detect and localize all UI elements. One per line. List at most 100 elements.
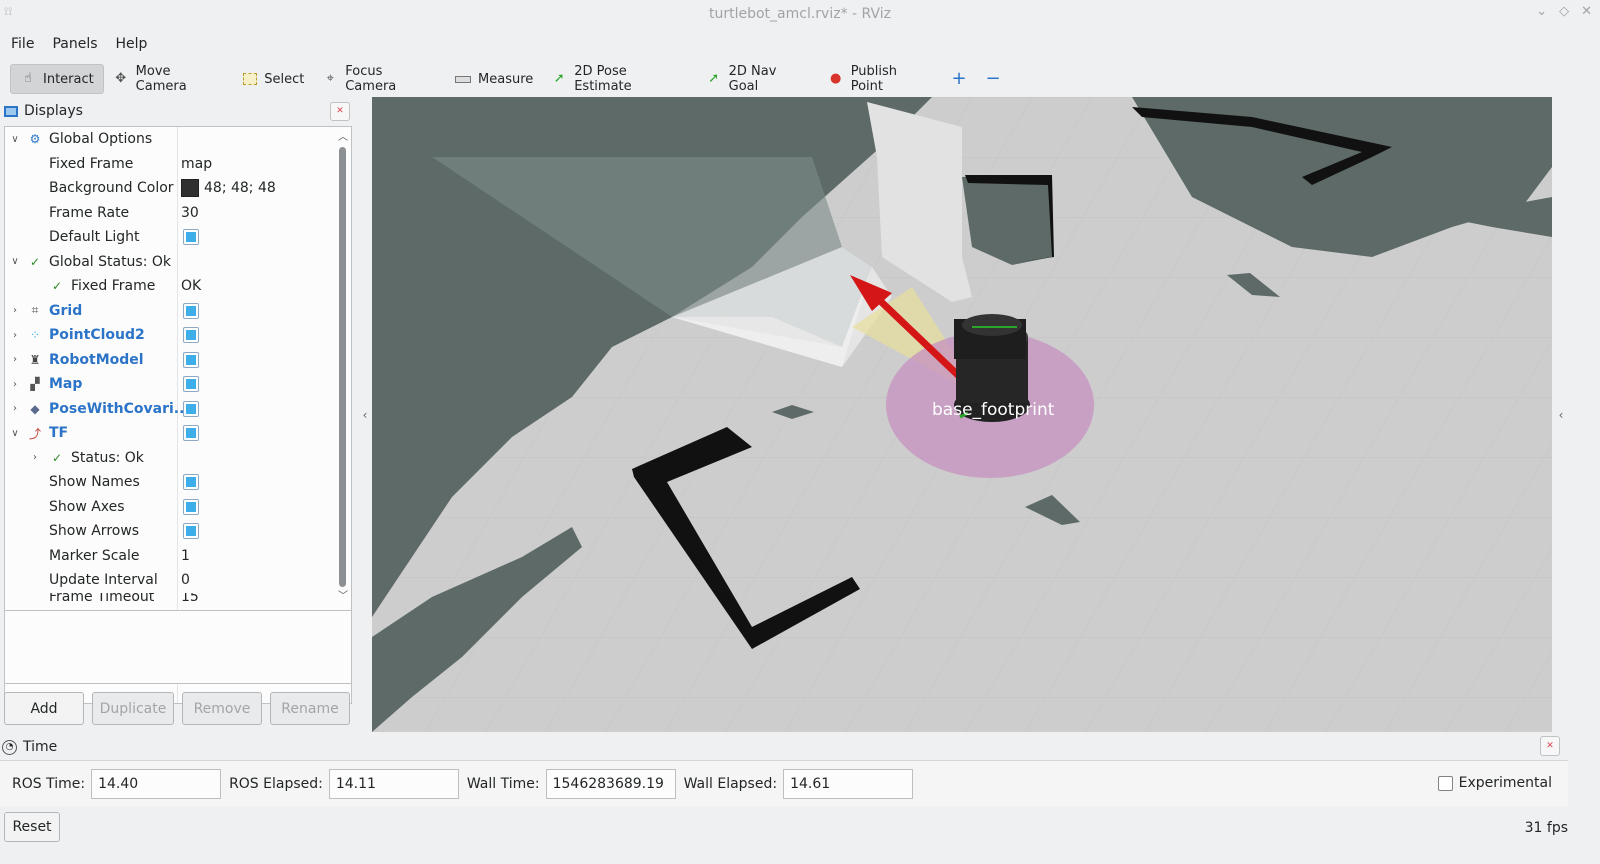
remove-tool-button[interactable]: − [976,64,1010,94]
chevron-right-icon[interactable]: › [9,354,21,365]
experimental-checkbox[interactable] [1437,775,1453,791]
pointcloud-icon: ⁘ [29,328,41,343]
chevron-up-icon[interactable]: ︿ [337,128,349,143]
clock-icon: ◔ [2,739,17,755]
tree-row-default-light[interactable]: Default Light [5,225,335,250]
experimental-toggle[interactable]: Experimental [1437,775,1552,791]
status-bar: Reset 31 fps [0,810,1600,844]
window-title: turtlebot_amcl.rviz* - RViz [708,6,891,22]
robot-frame-label: base_footprint [932,400,1055,420]
close-icon[interactable]: ✕ [1581,4,1592,19]
3d-viewport[interactable]: base_footprint [372,97,1552,732]
checkbox[interactable] [183,302,199,319]
tree-row-fixed-frame-status[interactable]: ✓ Fixed Frame OK [5,274,335,299]
tree-row-pointcloud2[interactable]: › ⁘ PointCloud2 [5,323,335,348]
displays-panel: Displays ✕ ∨ ⚙ Global Options Fixed Fram… [0,98,356,732]
tool-interact[interactable]: ☝ Interact [10,64,104,94]
tool-focus-camera[interactable]: ⌖ Focus Camera [313,64,446,94]
checkbox[interactable] [183,523,199,540]
ros-time-field[interactable]: 14.40 [91,768,222,799]
display-buttons: Add Duplicate Remove Rename [4,692,354,726]
window-titlebar: ⟟⟟ turtlebot_amcl.rviz* - RViz ⌄ ◇ ✕ [0,0,1600,28]
tool-measure[interactable]: Measure [446,64,542,94]
ros-elapsed-field[interactable]: 14.11 [328,768,459,799]
minimize-icon[interactable]: ⌄ [1536,4,1547,19]
wall-time-field[interactable]: 1546283689.19 [545,768,676,799]
chevron-right-icon[interactable]: › [29,452,41,463]
tree-row-robotmodel[interactable]: › ♜ RobotModel [5,348,335,373]
chevron-right-icon[interactable]: › [9,330,21,341]
gear-icon: ⚙ [29,132,41,147]
tree-row-show-axes[interactable]: Show Axes [5,495,335,520]
scrollbar-thumb[interactable] [339,147,346,587]
checkbox[interactable] [183,474,199,491]
tool-2d-nav-goal[interactable]: ➚ 2D Nav Goal [697,64,819,94]
chevron-right-icon[interactable]: › [9,379,21,390]
checkbox[interactable] [183,351,199,368]
focus-camera-icon: ⌖ [326,71,334,86]
close-panel-button[interactable]: ✕ [1540,736,1560,756]
green-arrow-icon: ➚ [553,71,565,86]
close-panel-button[interactable]: ✕ [330,102,350,121]
wall-elapsed-field[interactable]: 14.61 [783,768,914,799]
displays-panel-title: Displays ✕ [0,98,356,124]
reset-button[interactable]: Reset [4,812,60,842]
chevron-down-icon[interactable]: ∨ [9,256,21,267]
checkbox[interactable] [183,327,199,344]
chevron-down-icon[interactable]: ﹀ [337,587,349,602]
tree-row-tf-status[interactable]: › ✓ Status: Ok [5,446,335,471]
tool-publish-point[interactable]: ● Publish Point [819,64,942,94]
checkbox[interactable] [183,376,199,393]
maximize-icon[interactable]: ◇ [1559,4,1569,19]
check-icon: ✓ [51,450,63,465]
duplicate-button[interactable]: Duplicate [92,692,174,725]
tree-row-map[interactable]: › ▞ Map [5,372,335,397]
rename-button[interactable]: Rename [270,692,350,725]
checkbox[interactable] [183,400,199,417]
checkbox[interactable] [183,229,199,246]
tree-row-marker-scale[interactable]: Marker Scale 1 [5,544,335,569]
move-camera-icon: ✥ [115,71,127,86]
menu-file[interactable]: File [2,32,43,56]
tree-row-frame-timeout[interactable]: Frame Timeout 15 [5,593,335,607]
menu-panels[interactable]: Panels [43,32,106,56]
tree-row-background-color[interactable]: Background Color 48; 48; 48 [5,176,335,201]
tree-row-global-status[interactable]: ∨ ✓ Global Status: Ok [5,250,335,275]
tree-row-tf[interactable]: ∨ ⤴ TF [5,421,335,446]
chevron-down-icon[interactable]: ∨ [9,134,21,145]
add-tool-button[interactable]: + [942,64,976,94]
collapse-left-handle[interactable]: ‹ [358,98,372,732]
tree-row-update-interval[interactable]: Update Interval 0 [5,568,335,593]
minus-icon: − [985,68,1001,89]
tree-row-posewithcovariance[interactable]: › ◆ PoseWithCovari... [5,397,335,422]
ruler-icon [455,75,472,83]
checkbox[interactable] [183,425,199,442]
tree-row-grid[interactable]: › ⌗ Grid [5,299,335,324]
tool-move-camera[interactable]: ✥ Move Camera [104,64,234,94]
check-icon: ✓ [29,254,41,269]
add-button[interactable]: Add [4,692,84,725]
robot-icon: ♜ [29,352,41,367]
tree-row-frame-rate[interactable]: Frame Rate 30 [5,201,335,226]
tree-row-global-options[interactable]: ∨ ⚙ Global Options [5,127,335,152]
chevron-right-icon[interactable]: › [9,403,21,414]
chevron-right-icon[interactable]: › [9,305,21,316]
tree-row-fixed-frame[interactable]: Fixed Frame map [5,152,335,177]
tf-axes-icon: ⤴ [28,426,41,441]
check-icon: ✓ [51,279,63,294]
menu-help[interactable]: Help [107,32,157,56]
collapse-right-handle[interactable]: ‹ [1554,98,1568,732]
render-view[interactable]: base_footprint [372,97,1552,732]
property-description [4,610,352,684]
tool-select[interactable]: Select [234,64,313,94]
pin-icon: ● [830,71,842,86]
tree-row-show-names[interactable]: Show Names [5,470,335,495]
tool-bar: ☝ Interact ✥ Move Camera Select ⌖ Focus … [10,62,1010,96]
chevron-down-icon[interactable]: ∨ [9,428,21,439]
remove-button[interactable]: Remove [182,692,262,725]
tool-2d-pose-estimate[interactable]: ➚ 2D Pose Estimate [542,64,696,94]
pose-icon: ◆ [30,401,40,416]
tree-row-show-arrows[interactable]: Show Arrows [5,519,335,544]
time-panel: ◔ Time ✕ ROS Time: 14.40 ROS Elapsed: 14… [0,734,1568,808]
checkbox[interactable] [183,498,199,515]
